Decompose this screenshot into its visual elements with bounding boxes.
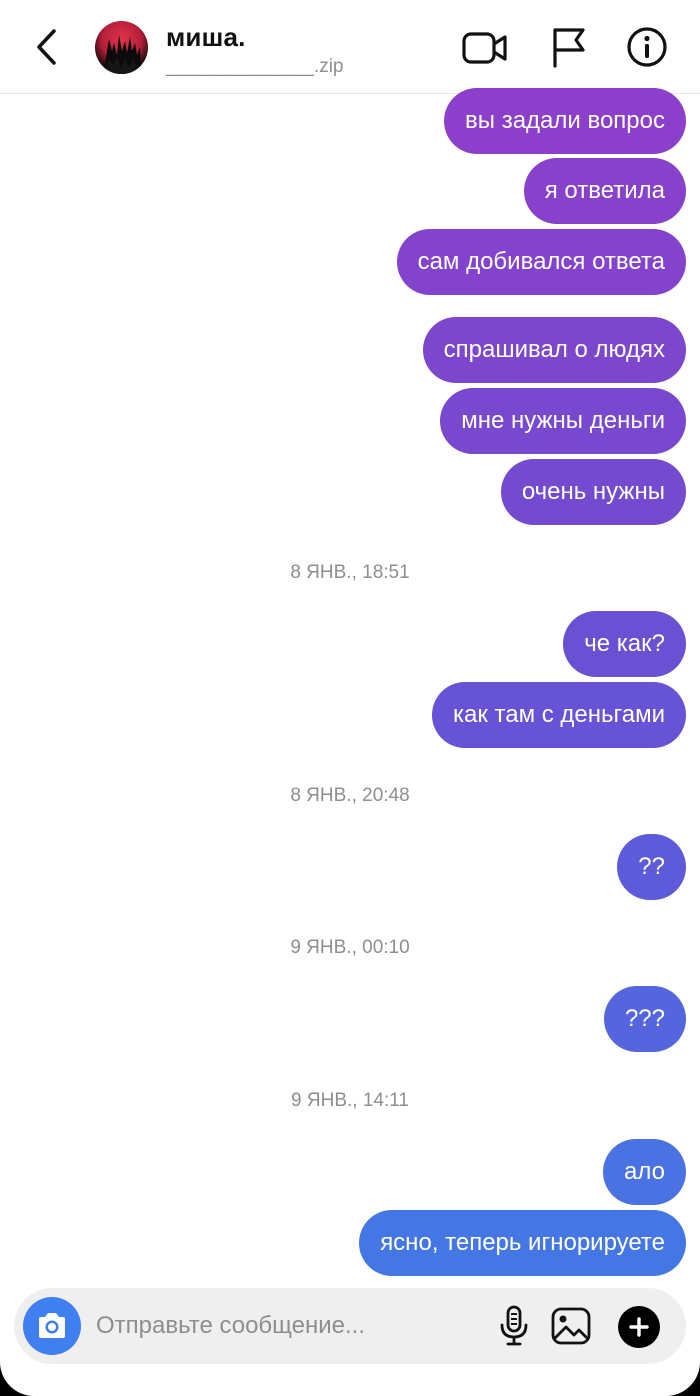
image-icon [551,1307,591,1345]
timestamp: 9 ЯНВ., 00:10 [290,937,410,958]
message-text: че как? [584,630,665,657]
message-text: ясно, теперь игнорируете [380,1229,665,1256]
report-button[interactable] [545,23,591,71]
message-text: мне нужны деньги [461,407,665,434]
plus-icon [629,1317,649,1337]
message-thread[interactable]: вы задали вопрос я ответила сам добивалс… [0,88,700,1280]
message-bubble[interactable]: ?? [617,834,686,900]
message-text: вы задали вопрос [465,107,665,134]
chat-subtitle: ______________.zip [166,56,344,77]
message-text: очень нужны [521,478,665,505]
message-bubble[interactable]: я ответила [523,158,686,224]
camera-icon [39,1313,65,1338]
timestamp: 8 ЯНВ., 20:48 [290,785,410,806]
info-button[interactable] [624,24,670,70]
message-text: ??? [624,1005,665,1032]
message-text: спрашивал о людях [443,336,665,363]
chat-title[interactable]: миша. [166,22,246,53]
gallery-button[interactable] [548,1304,594,1348]
chevron-left-icon [37,29,56,65]
video-camera-icon [462,32,507,64]
flag-icon [553,28,585,68]
timestamp: 9 ЯНВ., 14:11 [291,1090,409,1111]
camera-button[interactable] [23,1297,81,1355]
add-button[interactable] [618,1306,660,1348]
message-bubble[interactable]: сам добивался ответа [396,229,686,295]
message-bubble[interactable]: ало [603,1139,686,1205]
timestamp: 8 ЯНВ., 18:51 [290,562,410,583]
message-bubble[interactable]: мне нужны деньги [440,388,686,454]
message-bubble[interactable]: ясно, теперь игнорируете [359,1210,686,1276]
chat-header: миша. ______________.zip [0,0,700,94]
message-text: ало [624,1158,665,1185]
message-text: сам добивался ответа [417,248,665,275]
message-input[interactable] [96,1306,486,1346]
message-bubble[interactable]: вы задали вопрос [444,88,686,154]
chat-screen: миша. ______________.zip вы задали вопро… [0,0,700,1396]
message-bubble[interactable]: че как? [563,611,686,677]
message-bubble[interactable]: спрашивал о людях [422,317,686,383]
video-call-button[interactable] [460,25,510,71]
message-composer [14,1288,686,1364]
message-bubble[interactable]: как там с деньгами [431,682,686,748]
avatar[interactable] [95,21,148,74]
message-text: я ответила [544,177,665,204]
message-text: как там с деньгами [452,701,665,728]
microphone-icon [500,1305,528,1346]
message-bubble[interactable]: очень нужны [500,459,686,525]
message-bubble[interactable]: ??? [603,986,686,1052]
info-circle-icon [627,27,667,67]
back-button[interactable] [22,22,72,72]
message-text: ?? [638,853,665,880]
avatar-image [103,35,141,74]
voice-message-button[interactable] [492,1304,536,1348]
